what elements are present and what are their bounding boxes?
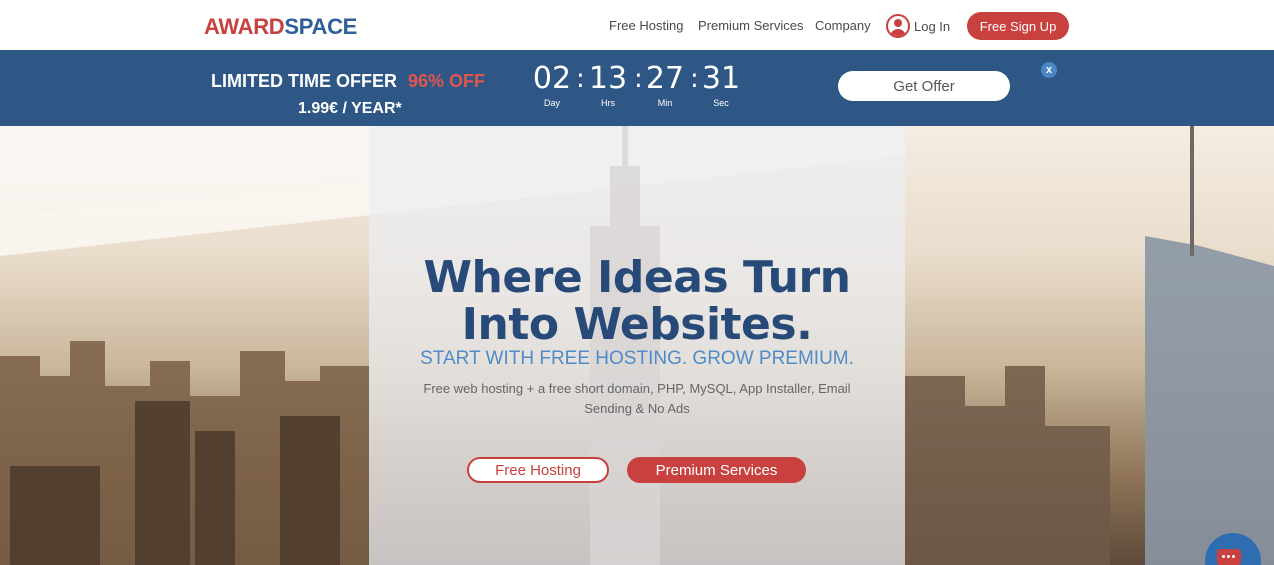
free-signup-button[interactable]: Free Sign Up: [967, 12, 1069, 40]
logo-part-space: SPACE: [284, 14, 358, 39]
logo-part-award: AWARD: [204, 14, 285, 39]
premium-services-button[interactable]: Premium Services: [627, 457, 806, 483]
offer-price: 1.99€ / YEAR*: [298, 100, 402, 117]
nav-free-hosting[interactable]: Free Hosting: [609, 18, 683, 33]
countdown-hours: 13 Hrs: [586, 61, 630, 109]
site-header: AWARDSPACE Free Hosting Premium Services…: [0, 0, 1274, 50]
countdown-separator: :: [690, 64, 699, 94]
close-icon[interactable]: x: [1041, 62, 1057, 78]
countdown-minutes-label: Min: [657, 98, 673, 108]
hero-description: Free web hosting + a free short domain, …: [423, 381, 851, 416]
hero-headline: Where Ideas Turn Into Websites.: [423, 252, 852, 350]
user-icon: [886, 14, 910, 38]
countdown-minutes: 27 Min: [643, 61, 687, 109]
countdown-seconds: 31 Sec: [699, 61, 743, 109]
countdown-days-value: 02: [532, 61, 572, 96]
countdown-minutes-value: 27: [645, 61, 685, 96]
hero-subheadline: START WITH FREE HOSTING. GROW PREMIUM.: [420, 348, 854, 369]
get-offer-button[interactable]: Get Offer: [838, 71, 1010, 101]
offer-title: LIMITED TIME OFFER: [211, 71, 397, 91]
offer-discount: 96% OFF: [408, 71, 486, 91]
countdown-days: 02 Day: [530, 61, 574, 109]
nav-company[interactable]: Company: [815, 18, 871, 33]
offer-banner: LIMITED TIME OFFER 96% OFF 1.99€ / YEAR*…: [0, 50, 1274, 126]
login-link[interactable]: Log In: [886, 13, 950, 39]
hero-section: Where Ideas Turn Into Websites. START WI…: [0, 126, 1274, 565]
countdown-separator: :: [634, 64, 643, 94]
login-label: Log In: [914, 18, 951, 34]
countdown-separator: :: [576, 64, 585, 94]
countdown-hours-value: 13: [588, 61, 628, 96]
free-hosting-button[interactable]: Free Hosting: [467, 457, 609, 483]
countdown-seconds-value: 31: [701, 61, 741, 96]
awardspace-logo[interactable]: AWARDSPACE: [204, 14, 357, 40]
countdown-days-label: Day: [543, 98, 560, 108]
countdown-seconds-label: Sec: [713, 98, 729, 108]
nav-premium-services[interactable]: Premium Services: [698, 18, 803, 33]
countdown-hours-label: Hrs: [601, 98, 615, 108]
